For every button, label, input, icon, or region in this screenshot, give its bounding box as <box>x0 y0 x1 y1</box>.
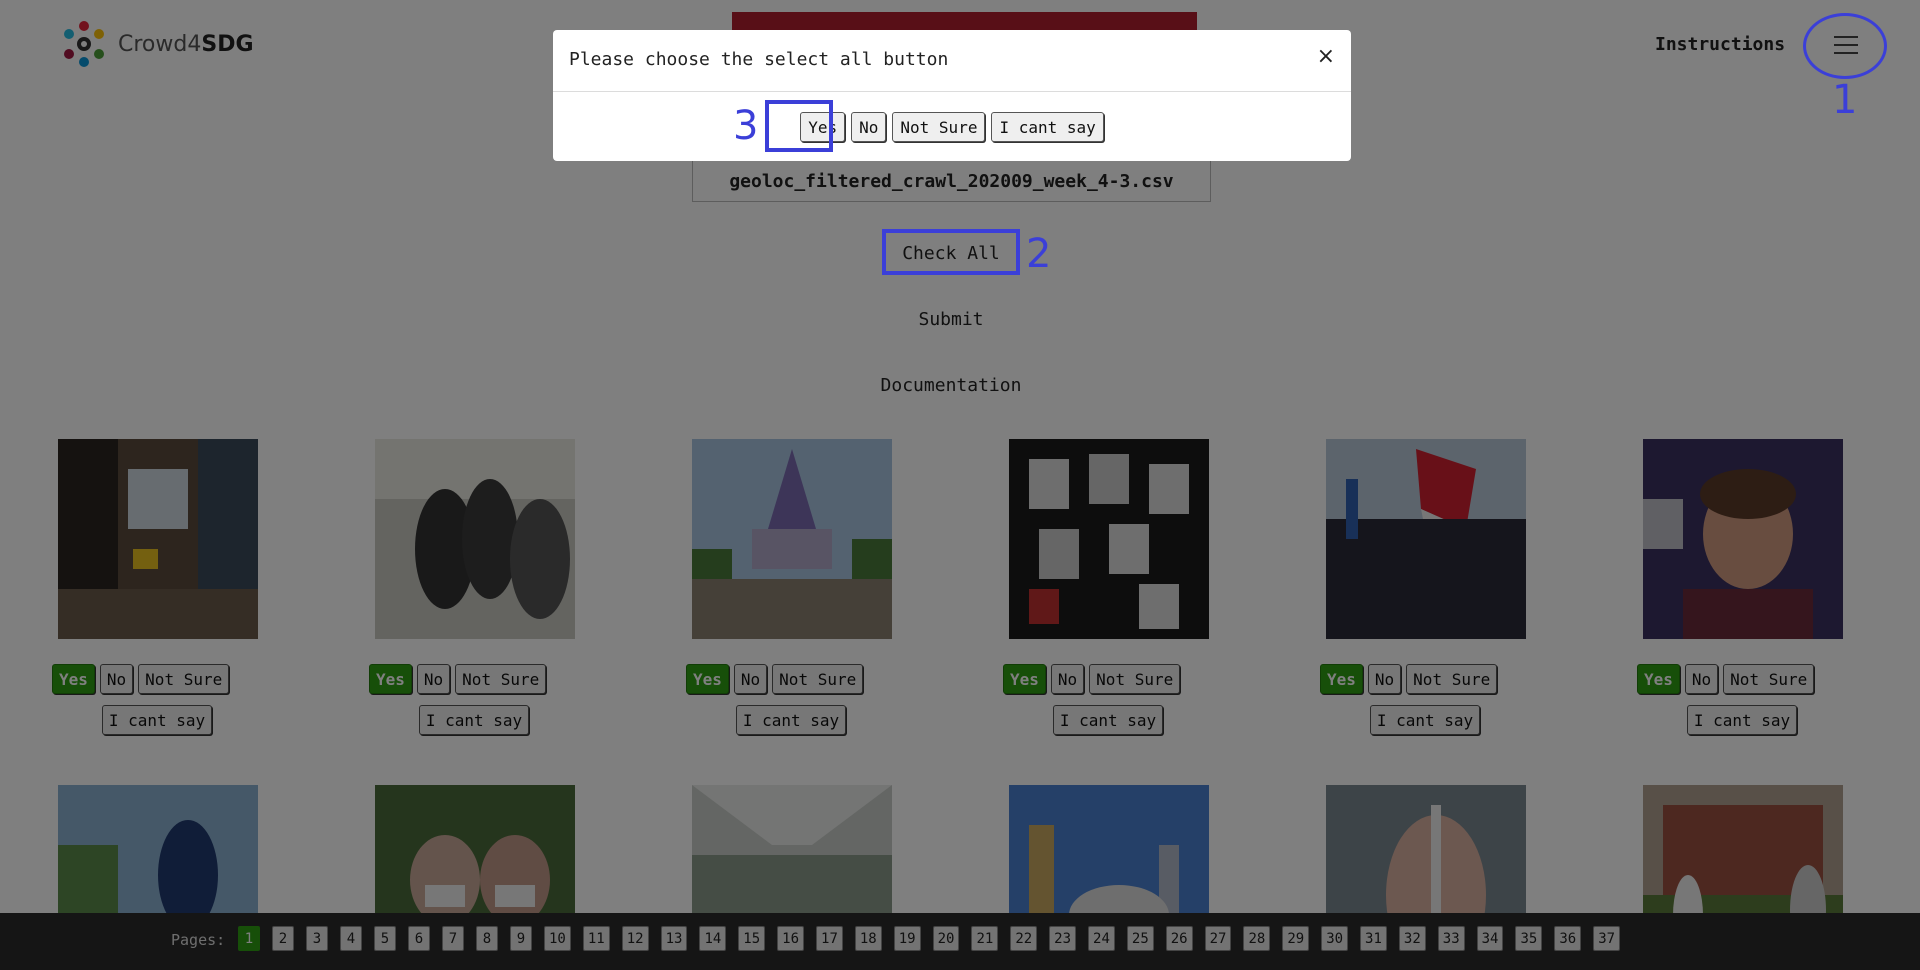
annotation-step-3: 3 <box>733 103 759 149</box>
modal-cant-say-button[interactable]: I cant say <box>991 112 1104 142</box>
modal-no-button[interactable]: No <box>851 112 887 142</box>
annotation-box-check-all <box>882 229 1020 275</box>
annotation-step-1: 1 <box>1832 77 1858 123</box>
select-all-dialog: Please choose the select all button × Ye… <box>553 30 1351 161</box>
close-icon[interactable]: × <box>1317 44 1335 69</box>
modal-header: Please choose the select all button × <box>553 30 1351 92</box>
annotation-circle-menu <box>1803 13 1887 79</box>
annotation-box-yes <box>765 100 833 152</box>
modal-not-sure-button[interactable]: Not Sure <box>892 112 986 142</box>
modal-title: Please choose the select all button <box>569 49 949 70</box>
modal-body: Yes No Not Sure I cant say <box>553 93 1351 161</box>
annotation-step-2: 2 <box>1026 231 1052 277</box>
